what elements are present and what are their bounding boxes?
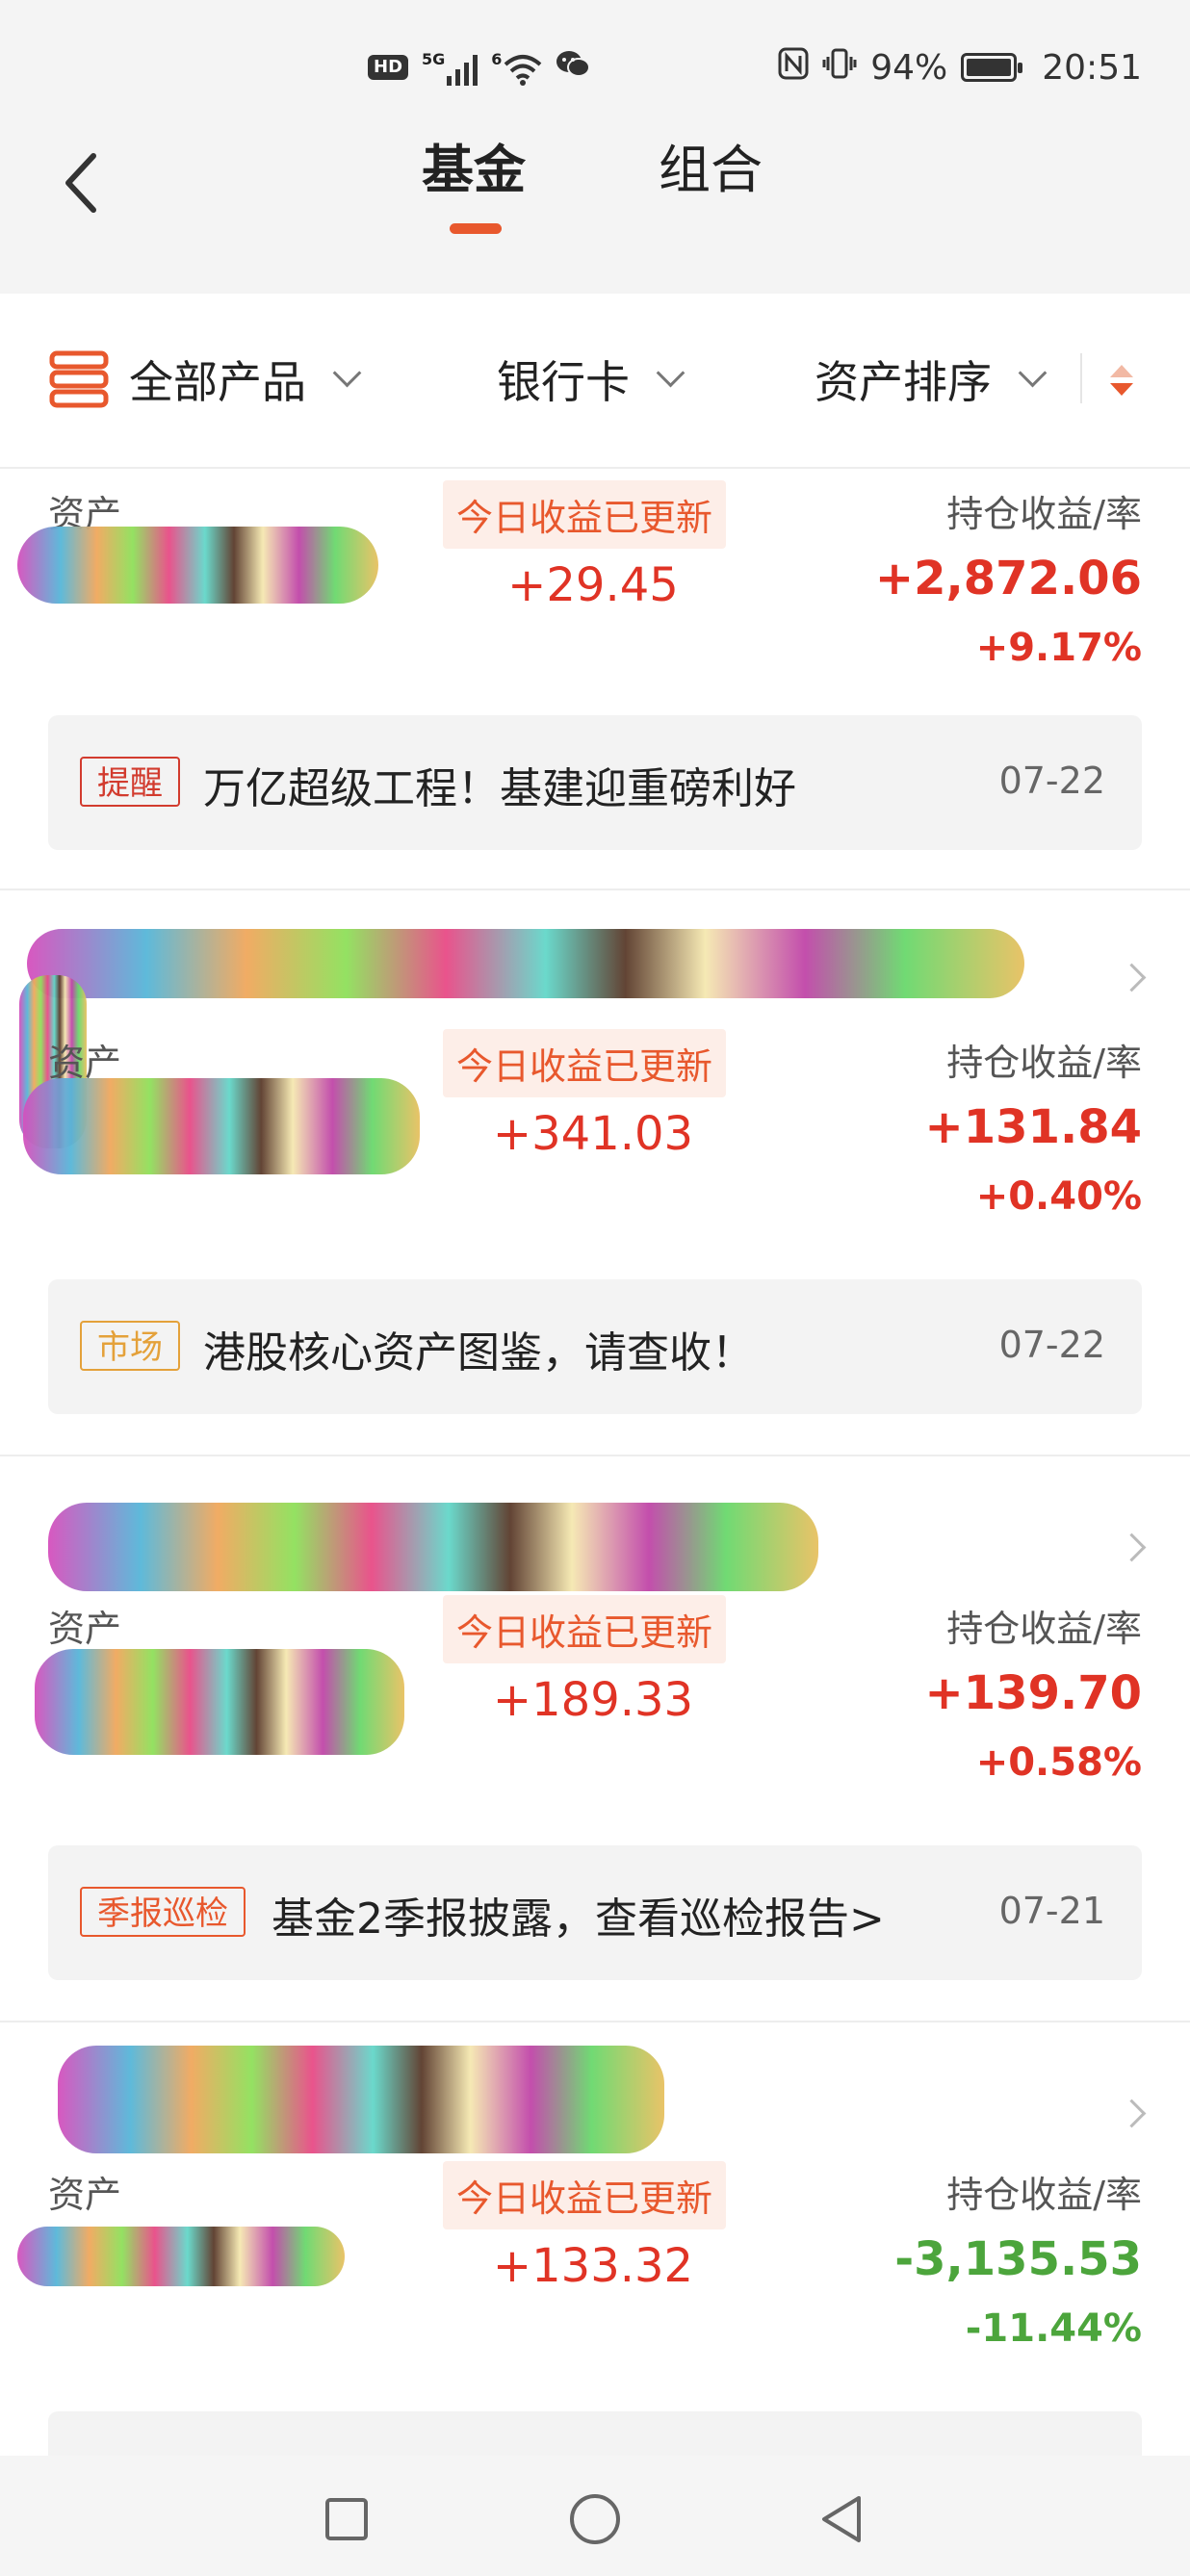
holding-label: 持仓收益/率 bbox=[946, 2174, 1142, 2216]
chevron-right-icon bbox=[1117, 1533, 1147, 1562]
chevron-down-icon bbox=[1018, 358, 1048, 387]
filter-bar: 全部产品 银行卡 资产排序 bbox=[0, 294, 1190, 469]
holding-profit: -3,135.53 bbox=[894, 2232, 1142, 2286]
chevron-right-icon bbox=[1117, 2099, 1147, 2128]
vibrate-icon bbox=[822, 47, 857, 89]
today-profit: +133.32 bbox=[492, 2239, 694, 2293]
notice-date: 07-22 bbox=[998, 1324, 1105, 1366]
redacted-asset-value bbox=[23, 1078, 420, 1174]
redacted-fund-name bbox=[48, 1503, 818, 1591]
notice-text: 港股核心资产图鉴，请查收！ bbox=[203, 1328, 754, 1378]
notice-date: 07-22 bbox=[998, 760, 1105, 802]
back-button[interactable] bbox=[56, 144, 104, 221]
notice-tag: 季报巡检 bbox=[80, 1887, 246, 1937]
battery-icon bbox=[961, 53, 1023, 82]
notice-bar[interactable]: 提醒 万亿超级工程！基建迎重磅利好 07-22 bbox=[48, 715, 1142, 850]
asset-label: 资产 bbox=[48, 1608, 122, 1650]
today-updated-badge: 今日收益已更新 bbox=[443, 1029, 727, 1097]
notice-text: 万亿超级工程！基建迎重磅利好 bbox=[203, 764, 796, 813]
notice-bar[interactable]: 市场 港股核心资产图鉴，请查收！ 07-22 bbox=[48, 1279, 1142, 1414]
chevron-down-icon bbox=[656, 358, 686, 387]
holding-rate: +0.40% bbox=[975, 1174, 1142, 1219]
square-icon bbox=[325, 2498, 368, 2540]
fund-card[interactable]: 资产 今日收益已更新 +133.32 持仓收益/率 -3,135.53 -11.… bbox=[0, 2022, 1190, 2456]
fund-card[interactable]: 资产 今日收益已更新 +341.03 持仓收益/率 +131.84 +0.40%… bbox=[0, 890, 1190, 1456]
holding-profit: +131.84 bbox=[924, 1100, 1142, 1154]
wifi-icon: 6 bbox=[491, 50, 542, 86]
today-profit: +189.33 bbox=[492, 1673, 694, 1727]
fund-card[interactable]: 资产 今日收益已更新 +29.45 持仓收益/率 +2,872.06 +9.17… bbox=[0, 469, 1190, 890]
battery-percent: 94% bbox=[870, 47, 948, 88]
filter-bank-card-label: 银行卡 bbox=[497, 356, 630, 408]
sort-order-icon[interactable] bbox=[1107, 363, 1136, 401]
nfc-icon bbox=[778, 47, 809, 89]
notice-bar[interactable] bbox=[48, 2411, 1142, 2456]
filter-products-label: 全部产品 bbox=[129, 356, 306, 408]
status-icons-left: HD 5G 6 bbox=[368, 46, 591, 89]
redacted-asset-value bbox=[17, 527, 378, 604]
redacted-asset-value bbox=[35, 1649, 404, 1755]
chevron-down-icon bbox=[332, 358, 362, 387]
holding-profit: +2,872.06 bbox=[874, 552, 1142, 605]
redacted-asset-value bbox=[17, 2227, 345, 2286]
holding-label: 持仓收益/率 bbox=[946, 1608, 1142, 1650]
filter-products[interactable]: 全部产品 bbox=[48, 348, 362, 411]
system-nav-bar bbox=[0, 2456, 1190, 2576]
redacted-fund-name bbox=[58, 2046, 664, 2153]
holding-rate: +9.17% bbox=[975, 626, 1142, 670]
notice-bar[interactable]: 季报巡检 基金2季报披露，查看巡检报告> 07-21 bbox=[48, 1845, 1142, 1980]
tab-portfolio[interactable]: 组合 bbox=[659, 127, 763, 203]
filter-bank-card[interactable]: 银行卡 bbox=[497, 348, 686, 411]
redacted-fund-name bbox=[27, 929, 1024, 998]
today-updated-badge: 今日收益已更新 bbox=[443, 1595, 727, 1663]
header bbox=[0, 135, 1190, 294]
fund-list: 资产 今日收益已更新 +29.45 持仓收益/率 +2,872.06 +9.17… bbox=[0, 469, 1190, 2456]
notice-text: 基金2季报披露，查看巡检报告> bbox=[272, 1894, 885, 1944]
holding-rate: +0.58% bbox=[975, 1740, 1142, 1785]
today-profit: +29.45 bbox=[507, 558, 679, 612]
wifi-6-label: 6 bbox=[491, 49, 503, 68]
chevron-left-icon bbox=[65, 153, 96, 213]
triangle-back-icon bbox=[822, 2496, 861, 2542]
tab-fund[interactable]: 基金 bbox=[422, 127, 526, 203]
notice-date: 07-21 bbox=[998, 1890, 1105, 1932]
notice-tag: 市场 bbox=[80, 1321, 180, 1371]
wechat-icon bbox=[556, 50, 591, 86]
asset-label: 资产 bbox=[48, 2174, 122, 2216]
stack-icon bbox=[49, 350, 109, 408]
holding-label: 持仓收益/率 bbox=[946, 493, 1142, 535]
today-updated-badge: 今日收益已更新 bbox=[443, 2161, 727, 2229]
clock: 20:51 bbox=[1042, 47, 1142, 88]
holding-profit: +139.70 bbox=[924, 1666, 1142, 1720]
signal-icon bbox=[447, 51, 479, 86]
divider bbox=[1080, 353, 1082, 403]
filter-sort-label: 资产排序 bbox=[815, 356, 992, 408]
today-profit: +341.03 bbox=[492, 1107, 694, 1161]
home-button[interactable] bbox=[566, 2490, 624, 2548]
status-icons-right: 94% 20:51 bbox=[778, 44, 1142, 90]
holding-label: 持仓收益/率 bbox=[946, 1042, 1142, 1084]
network-5g-icon: 5G bbox=[422, 49, 479, 86]
notice-tag: 提醒 bbox=[80, 757, 180, 807]
today-updated-badge: 今日收益已更新 bbox=[443, 480, 727, 549]
chevron-right-icon bbox=[1117, 963, 1147, 992]
circle-icon bbox=[570, 2494, 620, 2544]
back-nav-button[interactable] bbox=[815, 2490, 872, 2548]
hd-icon: HD bbox=[368, 55, 409, 80]
status-bar: HD 5G 6 94% 20:51 bbox=[0, 0, 1190, 135]
fund-card[interactable]: 资产 今日收益已更新 +189.33 持仓收益/率 +139.70 +0.58%… bbox=[0, 1456, 1190, 2022]
active-tab-indicator bbox=[450, 223, 502, 234]
recents-button[interactable] bbox=[318, 2490, 375, 2548]
filter-sort[interactable]: 资产排序 bbox=[815, 348, 1048, 411]
holding-rate: -11.44% bbox=[965, 2306, 1142, 2351]
network-5g-label: 5G bbox=[422, 49, 446, 68]
